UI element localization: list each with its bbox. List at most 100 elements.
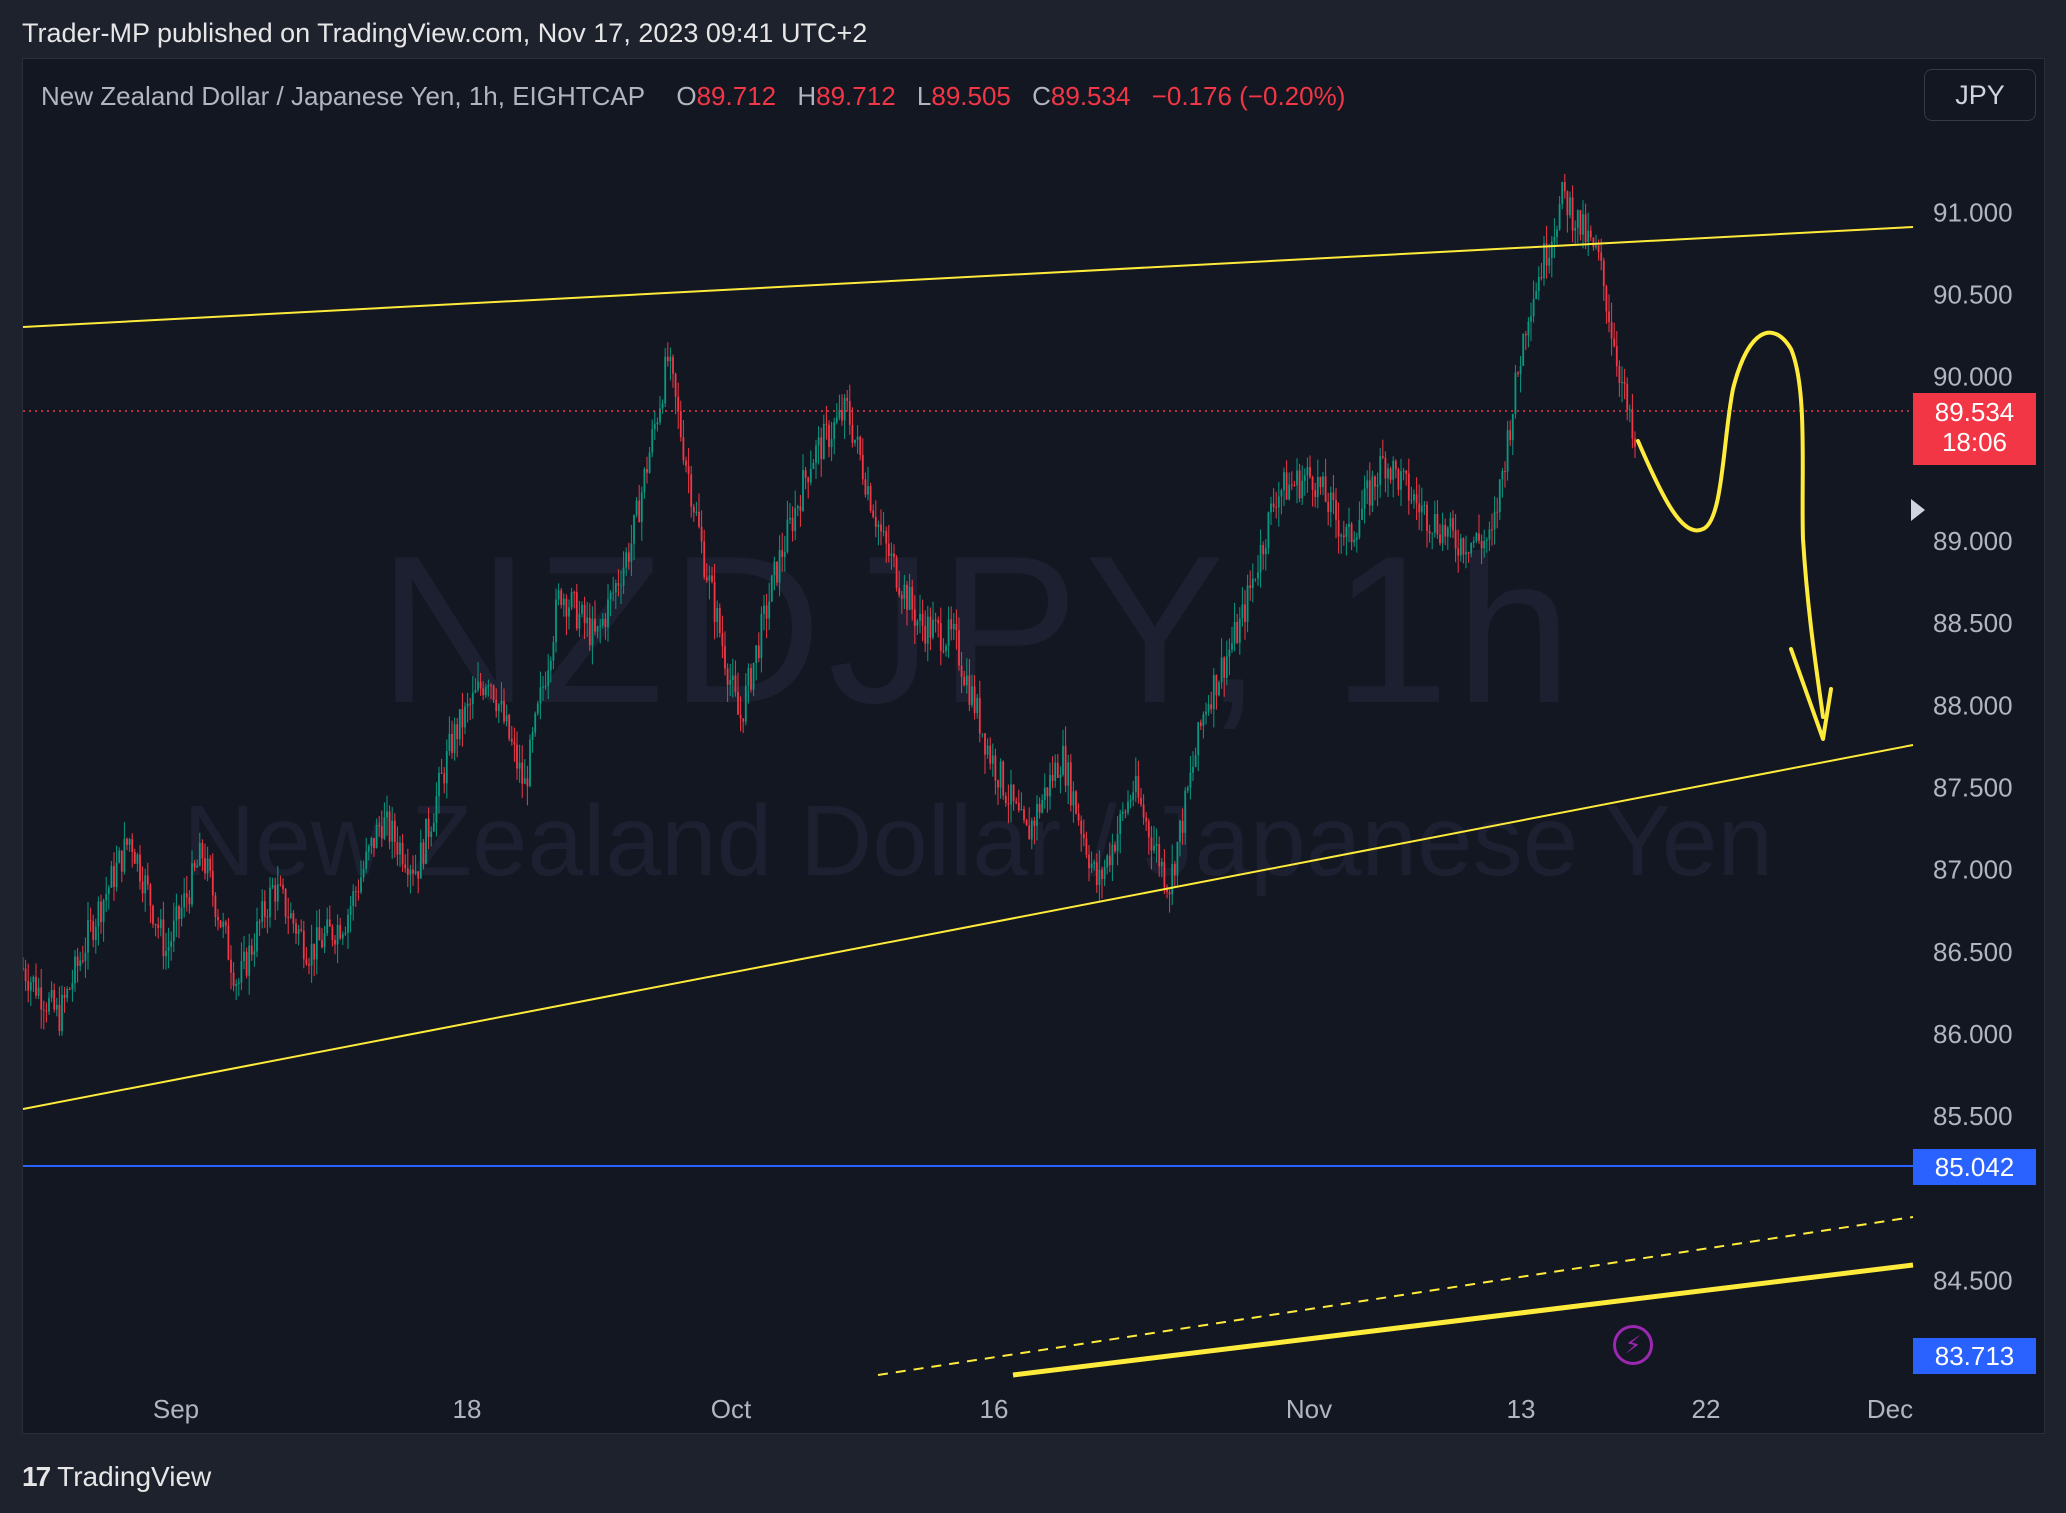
candle-body xyxy=(763,605,765,614)
price-plot[interactable]: 91.000 90.500 90.000 89.000 88.500 88.000 87.5… xyxy=(23,59,2045,1434)
candle-body xyxy=(978,697,981,734)
candle-body xyxy=(1002,761,1005,796)
candle-body xyxy=(685,460,687,466)
candle-body xyxy=(87,920,89,953)
candle-body xyxy=(682,437,685,461)
close-value: 89.534 xyxy=(1050,81,1131,111)
candle-body xyxy=(1298,470,1301,499)
candle-body xyxy=(451,733,453,754)
candle-body xyxy=(817,437,820,446)
candle-body xyxy=(326,919,329,934)
candle-body xyxy=(1387,468,1389,479)
candle-body xyxy=(672,356,674,374)
play-arrow-icon[interactable] xyxy=(1911,499,1925,521)
candle-body xyxy=(1558,204,1561,230)
candle-body xyxy=(669,356,672,362)
candle-body xyxy=(1184,790,1187,833)
candle-body xyxy=(1374,476,1376,487)
symbol-title[interactable]: New Zealand Dollar / Japanese Yen, 1h, E… xyxy=(41,81,645,111)
candle-body xyxy=(1608,311,1610,323)
candle-body xyxy=(1426,504,1428,532)
candle-body xyxy=(508,715,511,739)
candle-body xyxy=(1485,539,1488,541)
candle-body xyxy=(1413,494,1415,501)
candle-body xyxy=(1275,506,1278,508)
candle-body xyxy=(1153,845,1155,851)
candle-body xyxy=(1444,524,1447,537)
candle-body xyxy=(1249,585,1252,588)
price-tick-label: 85.500 xyxy=(1933,1101,2013,1131)
lightning-icon[interactable]: ⚡ xyxy=(1613,1325,1653,1365)
candle-body xyxy=(843,397,846,421)
candle-body xyxy=(955,623,958,631)
candle-body xyxy=(822,423,825,460)
candle-body xyxy=(102,900,105,923)
candle-body xyxy=(1491,529,1493,531)
time-tick-label: Dec xyxy=(1867,1394,1913,1424)
candle-body xyxy=(1446,527,1449,537)
candle-body xyxy=(1236,621,1239,643)
candle-body xyxy=(1470,542,1473,554)
candle-body xyxy=(695,511,698,513)
candle-body xyxy=(542,686,544,688)
candle-body xyxy=(1259,545,1262,573)
candle-body xyxy=(1587,230,1590,242)
candle-body xyxy=(1303,475,1306,481)
candle-body xyxy=(94,926,97,941)
candle-body xyxy=(1246,585,1249,622)
candle-body xyxy=(35,976,37,996)
chart-pane[interactable]: NZDJPY, 1h New Zealand Dollar / Japanese… xyxy=(22,58,2045,1434)
candle-body xyxy=(1324,476,1327,502)
candle-body xyxy=(339,924,342,939)
candle-body xyxy=(799,506,802,511)
candle-body xyxy=(874,517,877,527)
candle-body xyxy=(973,686,976,714)
candle-body xyxy=(1550,241,1553,259)
candle-body xyxy=(471,692,474,705)
time-tick-label: Oct xyxy=(711,1394,752,1424)
candle-body xyxy=(1311,477,1314,491)
candle-body xyxy=(1205,711,1207,715)
candle-body xyxy=(903,584,906,599)
candle-body xyxy=(180,907,183,919)
candle-body xyxy=(1072,791,1075,806)
candle-body xyxy=(191,863,193,905)
candle-body xyxy=(1038,804,1041,813)
candle-body xyxy=(404,864,407,869)
candle-body xyxy=(1207,704,1210,712)
candle-body xyxy=(240,961,243,983)
candle-body xyxy=(274,885,277,902)
candle-body xyxy=(258,921,261,923)
candle-body xyxy=(1480,540,1483,549)
candle-body xyxy=(1402,470,1405,472)
candle-body xyxy=(453,724,456,754)
candle-body xyxy=(1535,291,1538,300)
candle-body xyxy=(1389,468,1392,480)
candle-body xyxy=(1423,504,1426,506)
candle-body xyxy=(323,933,326,948)
candle-body xyxy=(627,552,630,562)
candle-body xyxy=(991,755,994,764)
candle-body xyxy=(856,436,859,440)
candle-body xyxy=(227,925,230,960)
candle-body xyxy=(1285,472,1288,500)
candle-body xyxy=(789,517,791,520)
symbol-legend[interactable]: New Zealand Dollar / Japanese Yen, 1h, E… xyxy=(41,81,1345,112)
currency-button[interactable]: JPY xyxy=(1924,69,2036,121)
candle-body xyxy=(1517,372,1519,374)
candle-body xyxy=(1069,762,1072,806)
candle-body xyxy=(718,607,721,634)
candle-body xyxy=(232,972,235,986)
candle-body xyxy=(29,982,32,991)
candle-body xyxy=(1059,774,1062,778)
candle-body xyxy=(1530,316,1532,322)
candle-body xyxy=(1134,776,1137,793)
candle-body xyxy=(1405,470,1408,474)
candle-body xyxy=(367,846,370,852)
candle-body xyxy=(261,901,264,922)
candle-body xyxy=(302,930,305,960)
candle-body xyxy=(388,811,391,842)
candle-body xyxy=(1220,657,1223,683)
candle-body xyxy=(924,625,927,644)
candle-body xyxy=(430,831,433,838)
